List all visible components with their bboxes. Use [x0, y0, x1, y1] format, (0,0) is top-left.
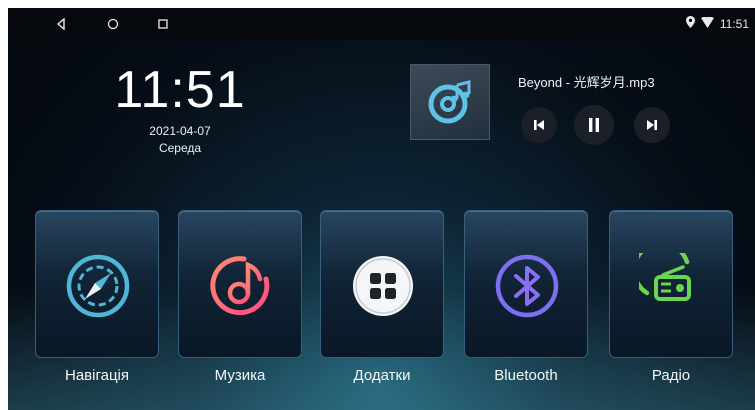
clock-day: Середа [158, 141, 202, 155]
app-label-radio: Радіо [651, 367, 691, 384]
status-time: 11:51 [719, 16, 749, 31]
back-icon[interactable] [52, 15, 70, 33]
track-title: Beyond - 光辉岁月.mp3 [518, 75, 655, 90]
next-button[interactable] [634, 107, 670, 143]
music-note-icon [210, 256, 270, 316]
clock-widget[interactable]: 11:51 2021-04-07 Середа [100, 64, 260, 155]
previous-icon [534, 120, 544, 130]
bluetooth-icon [495, 254, 559, 318]
music-disc-icon [428, 80, 471, 124]
app-tile-radio[interactable] [609, 210, 733, 358]
pause-icon [589, 118, 599, 132]
app-tile-navigation[interactable] [35, 210, 159, 358]
app-tile-apps[interactable] [320, 210, 444, 358]
app-tile-music[interactable] [178, 210, 302, 358]
app-label-navigation: Навігація [64, 367, 129, 384]
album-art[interactable] [410, 64, 490, 140]
status-indicators: 11:51 [685, 15, 749, 31]
app-label-apps: Додатки [353, 367, 411, 384]
location-icon [685, 16, 695, 31]
home-screen: 11:51 11:51 2021-04-07 Середа Beyond - 光… [8, 8, 755, 410]
app-label-bluetooth: Bluetooth [494, 367, 558, 384]
app-tile-bluetooth[interactable] [464, 210, 588, 358]
home-icon[interactable] [104, 15, 122, 33]
wifi-icon [700, 15, 714, 31]
app-label-music: Музика [214, 367, 266, 384]
apps-grid-icon [353, 256, 413, 316]
compass-icon [66, 254, 130, 318]
recents-icon[interactable] [154, 15, 172, 33]
next-icon [647, 120, 657, 130]
pause-button[interactable] [574, 105, 614, 145]
radio-icon [639, 253, 691, 301]
previous-button[interactable] [521, 107, 557, 143]
status-bar: 11:51 [8, 8, 755, 40]
clock-date: 2021-04-07 [149, 124, 211, 138]
clock-time: 11:51 [114, 61, 246, 119]
